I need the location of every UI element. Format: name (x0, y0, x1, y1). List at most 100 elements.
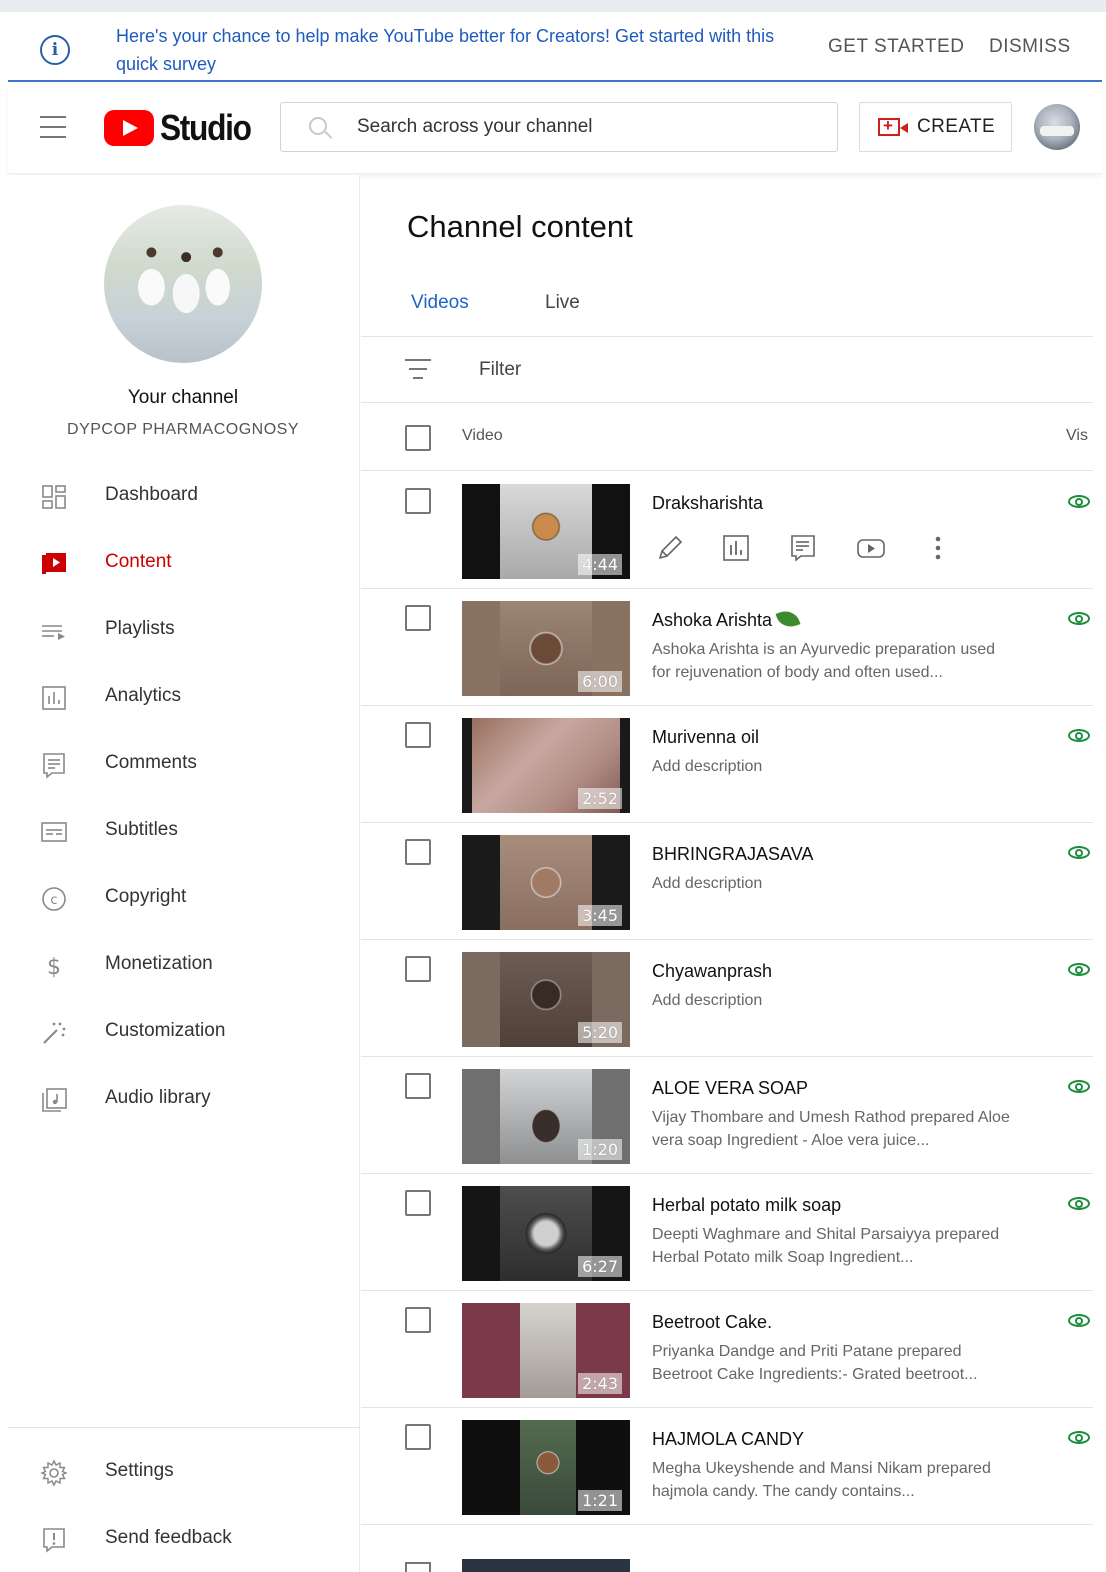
video-title[interactable]: HAJMOLA CANDY (652, 1429, 804, 1450)
video-duration: 6:27 (578, 1256, 622, 1277)
video-thumbnail[interactable] (462, 1559, 630, 1572)
channel-avatar[interactable] (104, 205, 262, 363)
eye-icon[interactable] (1067, 1077, 1093, 1097)
table-row[interactable]: 1:21 HAJMOLA CANDY Megha Ukeyshende and … (361, 1408, 1093, 1525)
table-row[interactable]: 2:52 Murivenna oil Add description (361, 706, 1093, 823)
table-row[interactable]: 6:00 Ashoka Arishta Ashoka Arishta is an… (361, 589, 1093, 706)
video-thumbnail[interactable]: 4:44 (462, 484, 630, 579)
table-row[interactable]: 5:20 Chyawanprash Add description (361, 940, 1093, 1057)
video-thumbnail[interactable]: 1:20 (462, 1069, 630, 1164)
account-avatar[interactable] (1034, 104, 1080, 150)
eye-icon[interactable] (1067, 960, 1093, 980)
sidebar-item-dashboard[interactable]: Dashboard (8, 469, 358, 523)
video-title[interactable]: Beetroot Cake. (652, 1312, 772, 1333)
sidebar-item-send-feedback[interactable]: Send feedback (8, 1512, 358, 1566)
video-title[interactable]: ALOE VERA SOAP (652, 1078, 808, 1099)
video-thumbnail[interactable]: 5:20 (462, 952, 630, 1047)
get-started-button[interactable]: GET STARTED (828, 36, 964, 58)
table-row-partial[interactable] (361, 1545, 1093, 1572)
eye-icon[interactable] (1067, 1311, 1093, 1331)
video-title[interactable]: Herbal potato milk soap (652, 1195, 841, 1216)
table-row[interactable]: 3:45 BHRINGRAJASAVA Add description (361, 823, 1093, 940)
video-thumbnail[interactable]: 2:43 (462, 1303, 630, 1398)
youtube-play-icon[interactable] (855, 532, 887, 564)
table-row[interactable]: 2:43 Beetroot Cake. Priyanka Dandge and … (361, 1291, 1093, 1408)
filter-input[interactable]: Filter (479, 359, 521, 381)
sidebar-item-comments[interactable]: Comments (8, 737, 358, 791)
analytics-icon[interactable] (720, 532, 752, 564)
row-checkbox[interactable] (405, 956, 431, 982)
create-video-icon (878, 116, 908, 136)
video-duration: 5:20 (578, 1022, 622, 1043)
dismiss-button[interactable]: DISMISS (989, 36, 1071, 58)
sidebar-item-customization[interactable]: Customization (8, 1005, 358, 1059)
feedback-icon (40, 1526, 68, 1554)
more-vert-icon[interactable] (922, 532, 954, 564)
studio-logo[interactable]: Studio (104, 107, 252, 149)
video-thumbnail[interactable]: 1:21 (462, 1420, 630, 1515)
eye-icon[interactable] (1067, 726, 1093, 746)
row-checkbox[interactable] (405, 1190, 431, 1216)
video-thumbnail[interactable]: 2:52 (462, 718, 630, 813)
sidebar-item-playlists[interactable]: Playlists (8, 603, 358, 657)
video-duration: 6:00 (578, 671, 622, 692)
row-checkbox[interactable] (405, 722, 431, 748)
sidebar-item-label: Audio library (105, 1087, 211, 1108)
edit-pencil-icon[interactable] (654, 532, 686, 564)
video-title[interactable]: Draksharishta (652, 493, 763, 514)
eye-icon[interactable] (1067, 1194, 1093, 1214)
filter-bar: Filter (361, 337, 1093, 403)
column-header-visibility[interactable]: Vis (1066, 427, 1088, 445)
main-content: Channel content Videos Live Filter Video… (361, 175, 1106, 1572)
video-title[interactable]: Murivenna oil (652, 727, 759, 748)
video-duration: 3:45 (578, 905, 622, 926)
row-checkbox[interactable] (405, 605, 431, 631)
select-all-checkbox[interactable] (405, 425, 431, 451)
row-checkbox[interactable] (405, 1073, 431, 1099)
video-thumbnail[interactable]: 6:27 (462, 1186, 630, 1281)
copyright-icon: c (40, 885, 68, 913)
sidebar-item-copyright[interactable]: c Copyright (8, 871, 358, 925)
eye-icon[interactable] (1067, 609, 1093, 629)
sidebar-item-monetization[interactable]: $ Monetization (8, 938, 358, 992)
video-description: Megha Ukeyshende and Mansi Nikam prepare… (652, 1460, 991, 1500)
filter-icon[interactable] (405, 359, 431, 381)
sidebar-item-analytics[interactable]: Analytics (8, 670, 358, 724)
search-input[interactable] (357, 113, 817, 141)
video-duration: 1:20 (578, 1139, 622, 1160)
sidebar-item-subtitles[interactable]: Subtitles (8, 804, 358, 858)
video-title[interactable]: BHRINGRAJASAVA (652, 844, 813, 865)
sidebar-item-settings[interactable]: Settings (8, 1445, 358, 1499)
table-row[interactable]: 4:44 Draksharishta (361, 472, 1093, 589)
video-duration: 1:21 (578, 1490, 622, 1511)
table-row[interactable]: 1:20 ALOE VERA SOAP Vijay Thombare and U… (361, 1057, 1093, 1174)
video-thumbnail[interactable]: 6:00 (462, 601, 630, 696)
sidebar-item-audio-library[interactable]: Audio library (8, 1072, 358, 1126)
create-button[interactable]: CREATE (859, 102, 1012, 152)
video-description: Deepti Waghmare and Shital Parsaiyya pre… (652, 1226, 1000, 1266)
channel-title: Your channel (127, 387, 239, 408)
row-checkbox[interactable] (405, 1424, 431, 1450)
eye-icon[interactable] (1067, 492, 1093, 512)
sidebar-item-label: Playlists (105, 618, 175, 639)
eye-icon[interactable] (1067, 1428, 1093, 1448)
video-thumbnail[interactable]: 3:45 (462, 835, 630, 930)
sidebar-item-content[interactable]: Content (8, 536, 358, 590)
video-title[interactable]: Chyawanprash (652, 961, 772, 982)
comments-icon[interactable] (787, 532, 819, 564)
tab-videos[interactable]: Videos (411, 292, 469, 314)
sidebar-item-label: Customization (105, 1020, 226, 1041)
row-checkbox[interactable] (405, 839, 431, 865)
tab-live[interactable]: Live (545, 292, 580, 314)
row-checkbox[interactable] (405, 1562, 431, 1572)
video-title[interactable]: Ashoka Arishta (652, 607, 801, 631)
video-duration: 2:43 (578, 1373, 622, 1394)
table-row[interactable]: 6:27 Herbal potato milk soap Deepti Wagh… (361, 1174, 1093, 1291)
eye-icon[interactable] (1067, 843, 1093, 863)
sidebar-divider (8, 1427, 360, 1428)
survey-banner: i Here's your chance to help make YouTub… (8, 14, 1102, 82)
row-checkbox[interactable] (405, 488, 431, 514)
row-checkbox[interactable] (405, 1307, 431, 1333)
hamburger-menu-icon[interactable] (40, 116, 68, 138)
search-box[interactable] (280, 102, 838, 152)
